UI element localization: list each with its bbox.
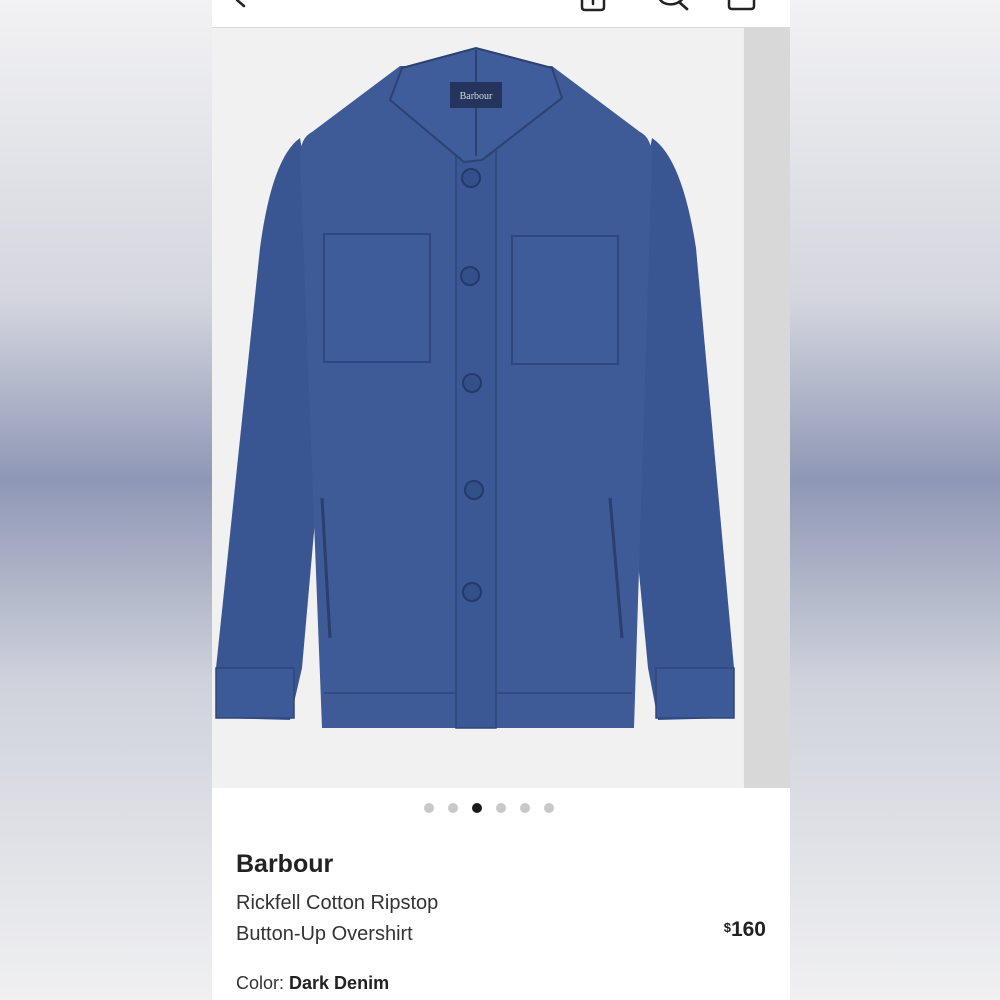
color-value: Dark Denim [289,973,390,993]
share-icon[interactable] [578,0,608,12]
pagination-dot-active[interactable] [472,803,482,813]
next-image-peek[interactable] [744,28,790,788]
overshirt-illustration: Barbour [215,46,735,729]
product-image[interactable]: Barbour [212,28,742,788]
pagination-dot[interactable] [496,803,506,813]
pagination-dot[interactable] [448,803,458,813]
currency-symbol: $ [723,920,731,935]
back-arrow-icon[interactable] [234,0,254,8]
blurred-backdrop-left [0,0,212,1000]
product-name: Rickfell Cotton Ripstop Button-Up Oversh… [236,888,656,950]
image-pagination-dots [212,803,778,815]
product-image-gallery[interactable]: Barbour [212,28,790,788]
product-brand[interactable]: Barbour [236,850,333,879]
price-value: 160 [730,918,766,941]
blurred-backdrop-right [790,0,1000,1000]
phone-screen: Barbour Barbour Rickfell Cotton Ripstop … [212,0,790,1000]
neck-label-text: Barbour [460,91,493,102]
pagination-dot[interactable] [424,803,434,813]
product-price: $160 [724,918,766,942]
pagination-dot[interactable] [520,803,530,813]
product-name-line-1: Rickfell Cotton Ripstop [236,892,439,914]
pagination-dot[interactable] [544,803,554,813]
top-navigation-bar [212,0,790,28]
search-icon[interactable] [654,0,694,14]
product-name-line-2: Button-Up Overshirt [236,923,413,945]
bag-icon[interactable] [724,0,760,12]
color-label: Color: [236,973,285,993]
color-selection: Color: Dark Denim [236,973,389,994]
